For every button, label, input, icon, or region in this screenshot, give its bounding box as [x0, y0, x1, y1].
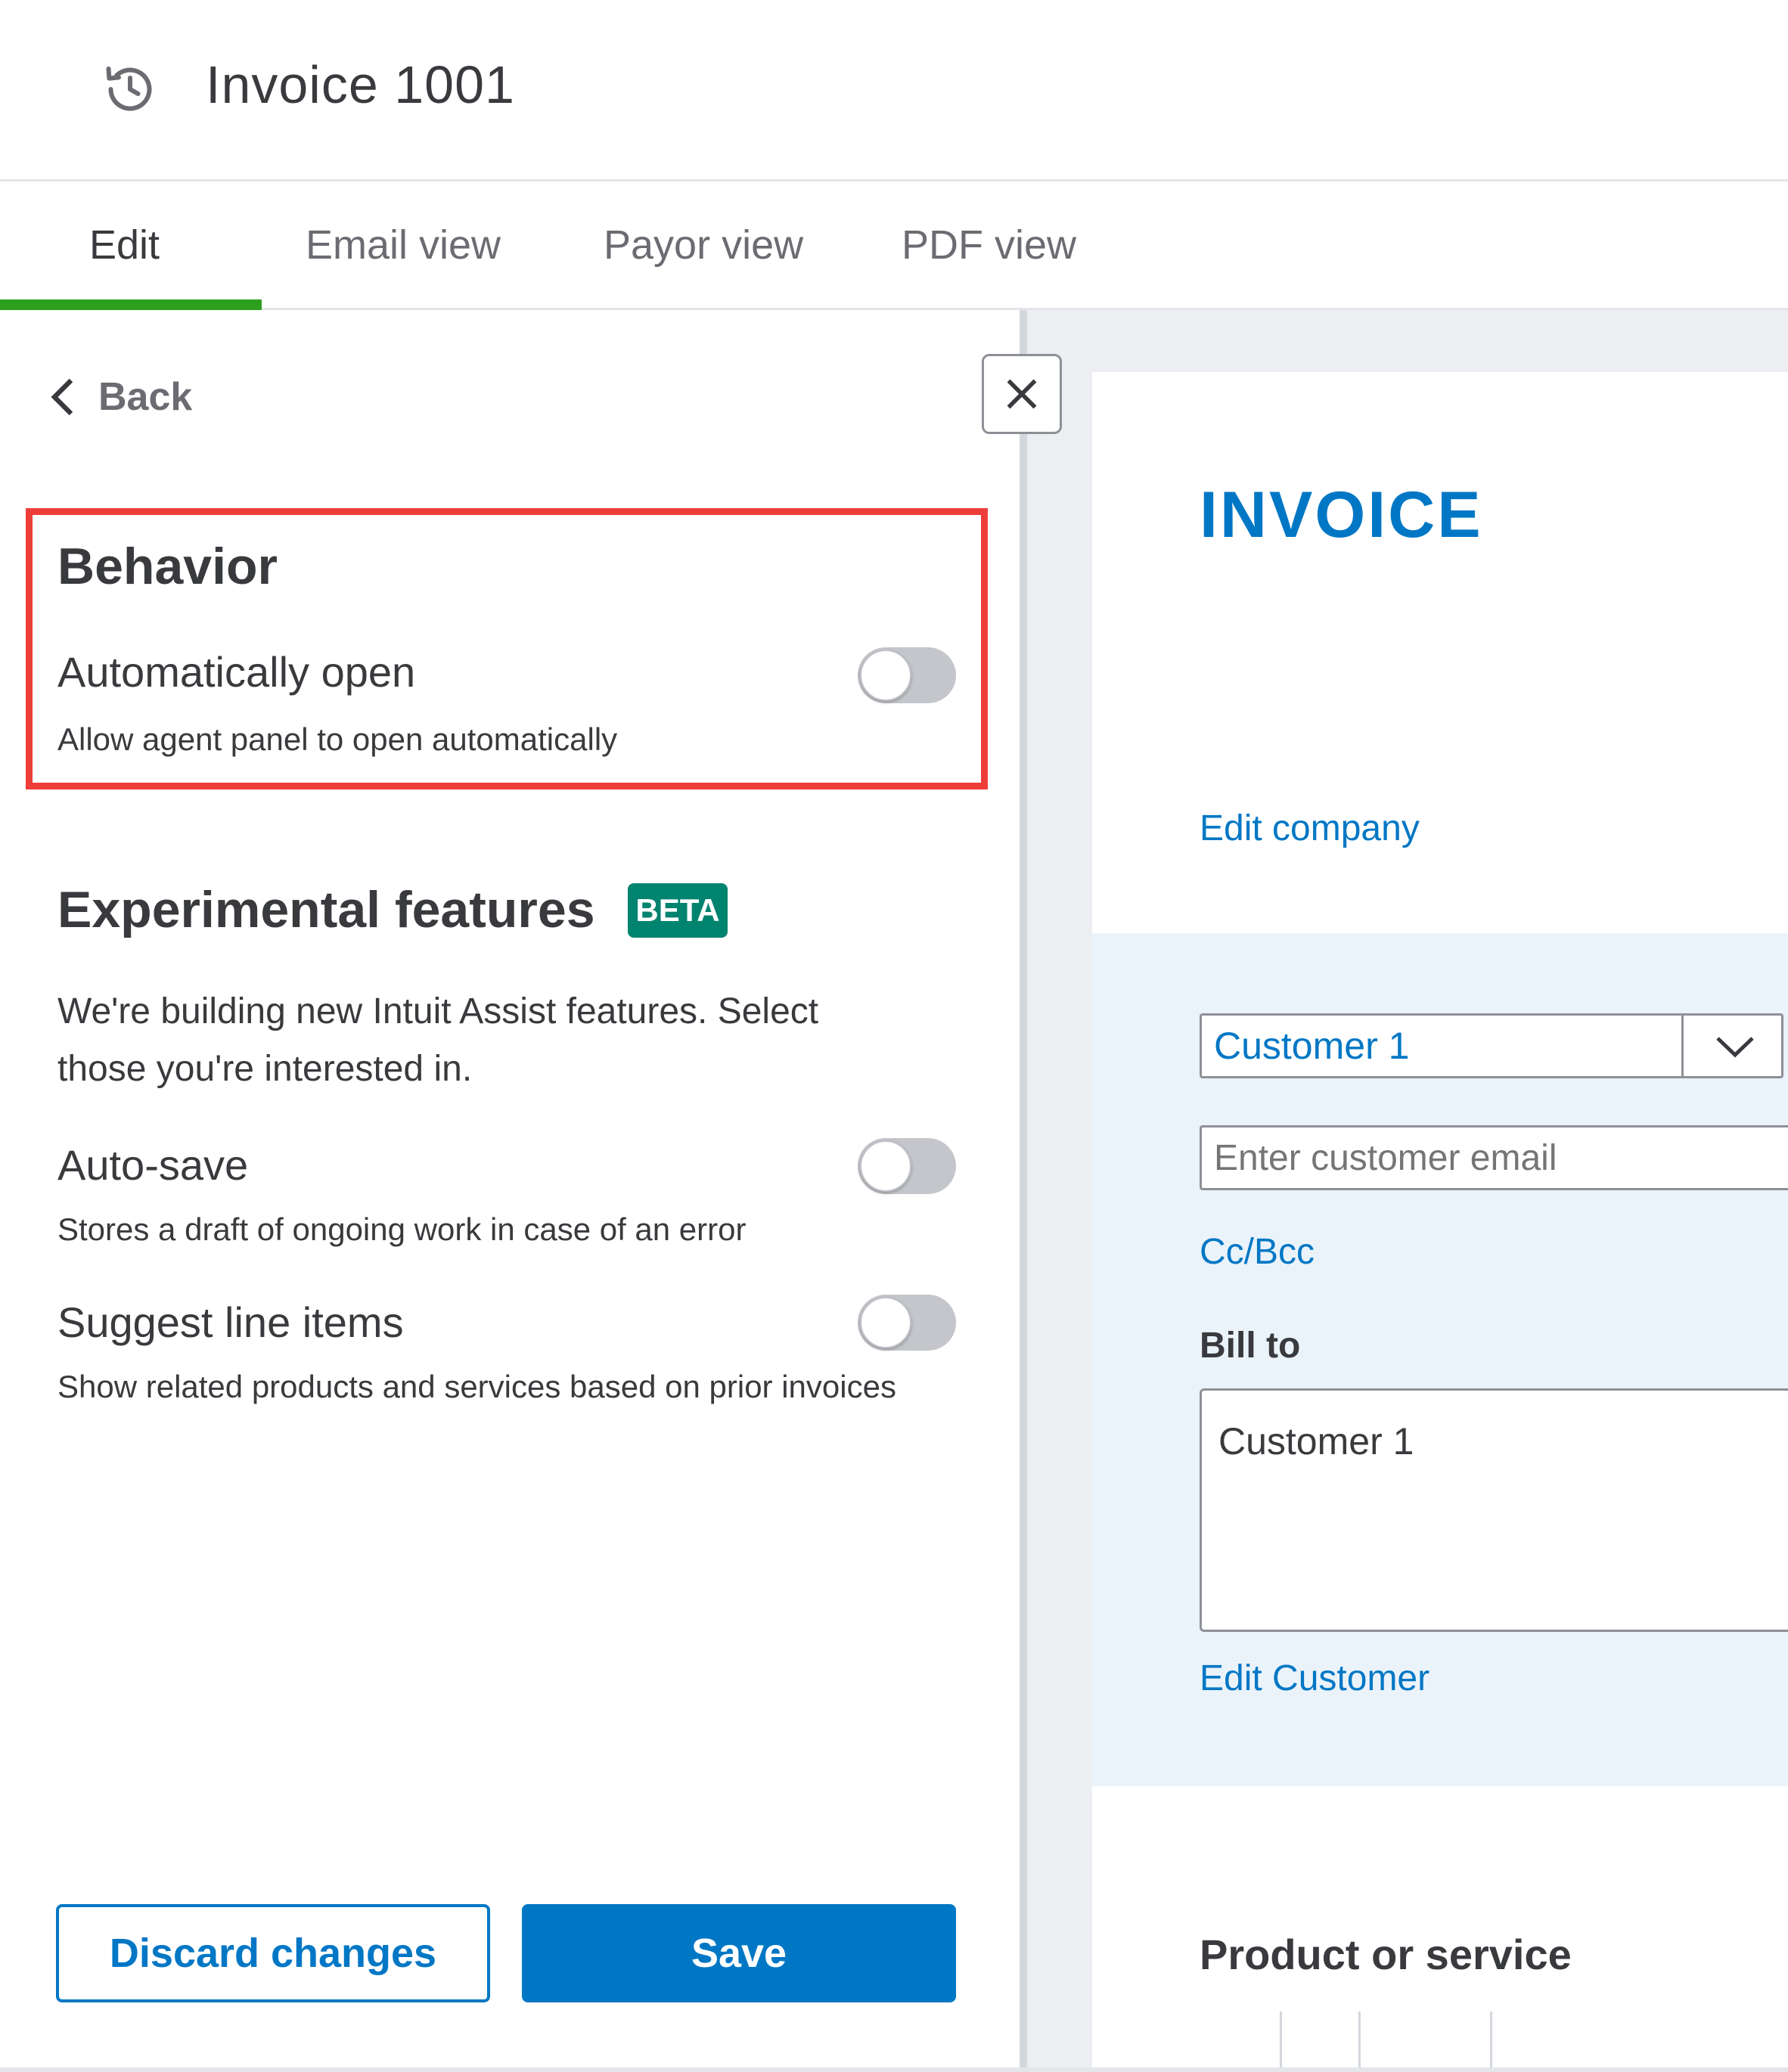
active-tab-indicator: [0, 299, 262, 310]
auto-save-toggle[interactable]: [858, 1138, 956, 1194]
save-button[interactable]: Save: [522, 1904, 956, 2002]
tab-edit[interactable]: Edit: [89, 181, 160, 310]
select-divider: [1681, 1016, 1684, 1076]
edit-customer-link[interactable]: Edit Customer: [1200, 1658, 1429, 1699]
suggest-line-items-description: Show related products and services based…: [57, 1369, 896, 1404]
toggle-knob: [860, 1140, 911, 1192]
table-column-divider: [1358, 2012, 1361, 2072]
cc-bcc-link[interactable]: Cc/Bcc: [1200, 1231, 1315, 1273]
suggest-line-items-label: Suggest line items: [57, 1298, 404, 1346]
view-tabs: Edit Email view Payor view PDF view: [0, 181, 1788, 310]
tab-payor-view[interactable]: Payor view: [604, 181, 803, 310]
tab-pdf-view[interactable]: PDF view: [902, 181, 1076, 310]
history-icon[interactable]: [103, 62, 157, 116]
bill-to-label: Bill to: [1200, 1326, 1301, 1366]
chevron-left-icon: [51, 378, 73, 416]
auto-open-toggle[interactable]: [858, 647, 956, 703]
table-column-divider: [1280, 2012, 1282, 2072]
discard-changes-button[interactable]: Discard changes: [56, 1904, 490, 2002]
edit-company-link[interactable]: Edit company: [1200, 808, 1420, 849]
suggest-line-items-toggle[interactable]: [858, 1295, 956, 1351]
window-bottom-edge: [0, 2067, 1788, 2072]
chevron-down-icon[interactable]: [1713, 1032, 1757, 1061]
customer-select-value: Customer 1: [1214, 1025, 1410, 1067]
product-service-heading: Product or service: [1200, 1931, 1572, 1978]
experimental-intro-line-1: We're building new Intuit Assist feature…: [57, 991, 819, 1031]
back-label: Back: [98, 375, 193, 419]
auto-open-description: Allow agent panel to open automatically: [57, 721, 618, 757]
close-button[interactable]: [982, 354, 1062, 434]
close-icon: [1007, 379, 1037, 409]
toggle-knob: [860, 1297, 911, 1348]
top-bar: Invoice 1001: [0, 0, 1788, 181]
customer-email-input[interactable]: [1200, 1125, 1788, 1190]
customer-select[interactable]: Customer 1: [1200, 1013, 1783, 1078]
bill-to-value: Customer 1: [1218, 1420, 1414, 1462]
experimental-features-title: Experimental features: [57, 881, 595, 938]
line-items-table-header: [1280, 2012, 1788, 2072]
toggle-knob: [860, 650, 911, 701]
tab-email-view[interactable]: Email view: [306, 181, 501, 310]
back-button[interactable]: Back: [47, 374, 192, 420]
page-title: Invoice 1001: [206, 55, 515, 114]
auto-save-description: Stores a draft of ongoing work in case o…: [57, 1211, 747, 1247]
table-column-divider: [1490, 2012, 1492, 2072]
invoice-heading: INVOICE: [1200, 479, 1483, 551]
experimental-intro-line-2: those you're interested in.: [57, 1049, 473, 1089]
beta-badge: BETA: [628, 883, 728, 938]
auto-open-label: Automatically open: [57, 648, 416, 696]
auto-save-label: Auto-save: [57, 1141, 249, 1189]
behavior-title: Behavior: [57, 538, 278, 595]
panel-divider[interactable]: [1020, 310, 1027, 2072]
bill-to-field[interactable]: Customer 1: [1200, 1388, 1788, 1632]
